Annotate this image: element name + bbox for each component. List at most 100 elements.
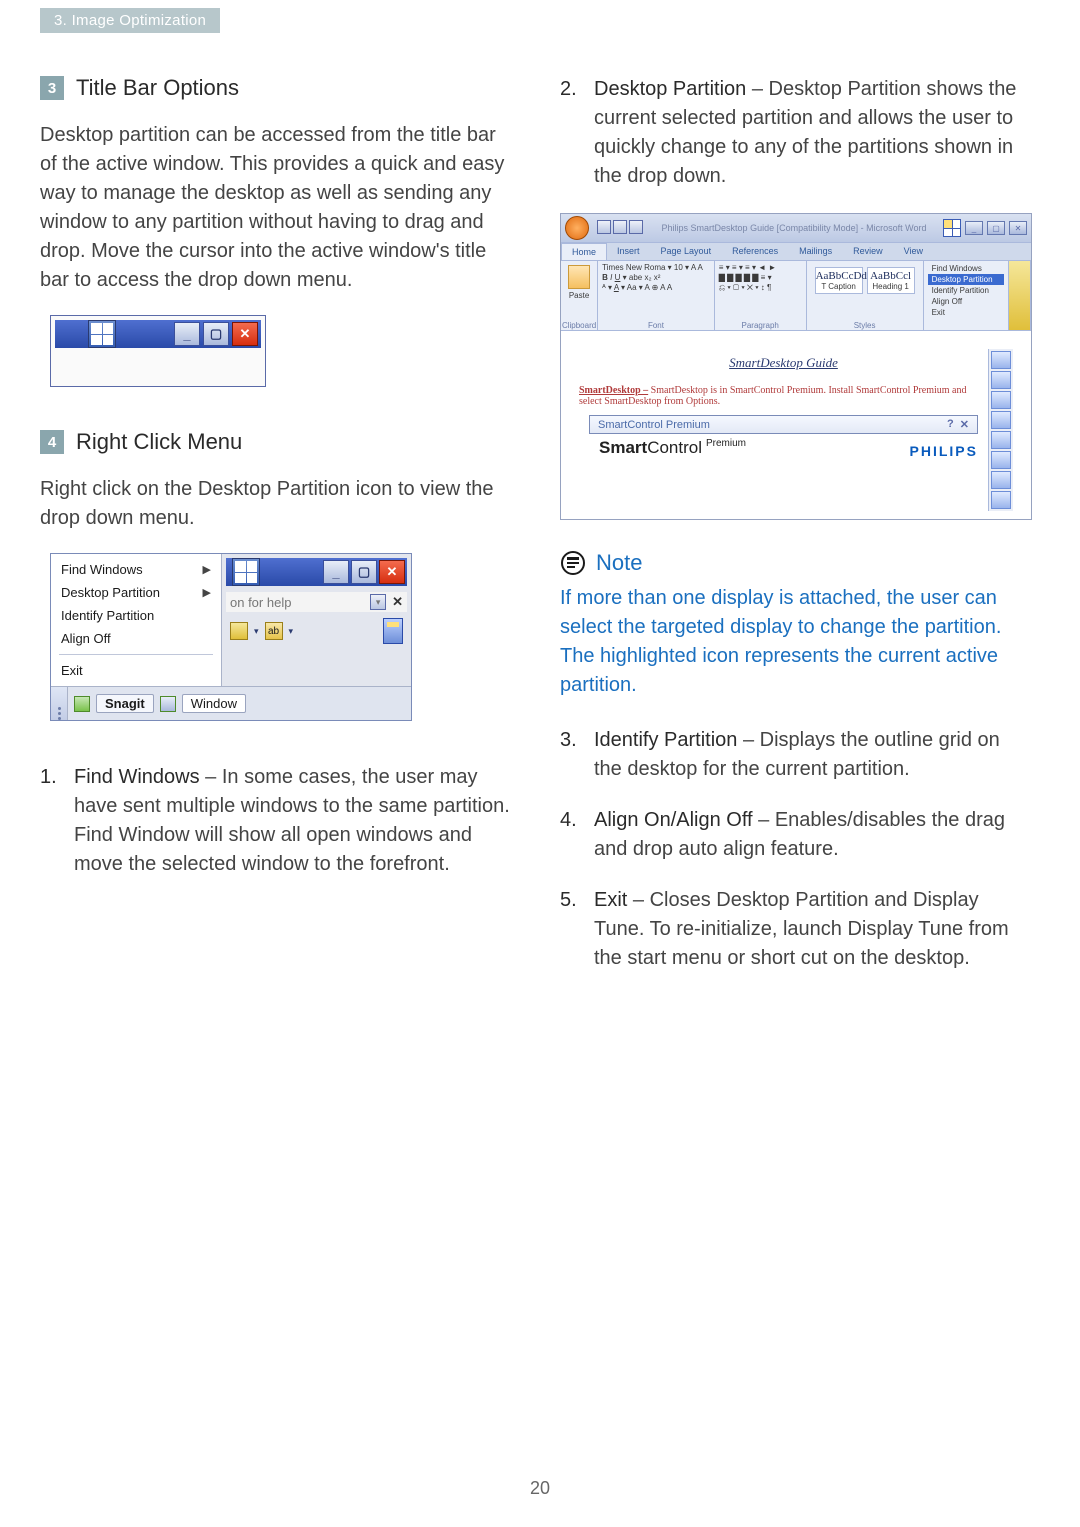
partition-thumb-icon[interactable] (991, 391, 1011, 409)
partition-thumb-icon[interactable] (991, 351, 1011, 369)
close-icon[interactable]: ✕ (232, 322, 258, 346)
brand-logo: PHILIPS (910, 443, 978, 459)
maximize-icon[interactable]: ▢ (351, 560, 377, 584)
partition-thumb-icon[interactable] (991, 431, 1011, 449)
app-icon[interactable] (74, 696, 90, 712)
close-icon[interactable]: ✕ (1009, 221, 1027, 235)
tab-mailings[interactable]: Mailings (789, 243, 843, 260)
menu-item-exit[interactable]: Exit (51, 659, 221, 682)
partition-thumb-icon[interactable] (383, 618, 403, 644)
menu-item-desktop-partition[interactable]: Desktop Partition ▶ (51, 581, 221, 604)
dropdown-icon[interactable]: ▾ (254, 626, 259, 637)
menu-item-desktop-partition[interactable]: Desktop Partition (928, 274, 1004, 285)
group-label: Paragraph (715, 321, 806, 330)
note-title: Note (596, 550, 642, 576)
tab-home[interactable]: Home (561, 243, 607, 260)
taskbar-item-window[interactable]: Window (182, 694, 246, 713)
partition-thumb-icon[interactable] (991, 411, 1011, 429)
note-body: If more than one display is attached, th… (560, 584, 1030, 700)
group-label: Styles (807, 321, 923, 330)
context-menu: Find Windows ▶ Desktop Partition ▶ Ident… (51, 554, 222, 686)
dropdown-icon[interactable]: ▾ (289, 626, 294, 637)
menu-label: Find Windows (61, 562, 143, 577)
desktop-partition-icon[interactable] (943, 219, 961, 237)
section-title: Right Click Menu (76, 429, 242, 455)
paragraph-group: ≡ ▾ ≡ ▾ ≡ ▾ ◄ ► ▇ ▇ ▇ ▇ ▇ ≡ ▾ ⎌ ▾ ▢ ▾ ✕ … (715, 261, 807, 330)
item-number: 5. (560, 886, 580, 973)
app-icon[interactable] (160, 696, 176, 712)
maximize-icon[interactable]: ▢ (203, 322, 229, 346)
taskbar-item-snagit[interactable]: Snagit (96, 694, 154, 713)
partition-side-panel (988, 349, 1013, 511)
section-3-body: Desktop partition can be accessed from t… (40, 121, 510, 295)
dialog-title: SmartControl Premium (598, 419, 710, 431)
list-item: 3. Identify Partition – Displays the out… (560, 726, 1030, 784)
minimize-icon[interactable]: _ (174, 322, 200, 346)
desktop-partition-icon[interactable] (88, 320, 116, 348)
submenu-arrow-icon: ▶ (203, 586, 211, 599)
item-title: Find Windows (74, 766, 200, 788)
tab-view[interactable]: View (894, 243, 934, 260)
menu-item-find-windows[interactable]: Find Windows ▶ (51, 558, 221, 581)
help-icon[interactable]: ? (947, 418, 954, 431)
tab-review[interactable]: Review (843, 243, 894, 260)
page: 3. Image Optimization 3 Title Bar Option… (0, 0, 1080, 1527)
desktop-partition-icon[interactable] (232, 558, 260, 586)
style-box[interactable]: AaBbCcl Heading 1 (867, 267, 915, 294)
note-icon (560, 550, 586, 576)
menu-item-identify-partition[interactable]: Identify Partition (51, 604, 221, 627)
word-ribbon-figure: Philips SmartDesktop Guide [Compatibilit… (560, 213, 1032, 520)
section-tab: 3. Image Optimization (40, 8, 220, 33)
item-number: 2. (560, 75, 580, 191)
window-title: Philips SmartDesktop Guide [Compatibilit… (645, 223, 943, 233)
document-area: SmartDesktop Guide SmartDesktop – SmartD… (561, 331, 1031, 519)
menu-item-align-off[interactable]: Align Off (51, 627, 221, 650)
partition-thumb-icon[interactable] (991, 471, 1011, 489)
minimize-icon[interactable]: _ (965, 221, 983, 235)
item-number: 1. (40, 763, 60, 879)
word-titlebar: Philips SmartDesktop Guide [Compatibilit… (561, 214, 1031, 242)
list-item: 5. Exit – Closes Desktop Partition and D… (560, 886, 1030, 973)
partition-dropdown-menu: Find Windows Desktop Partition Identify … (924, 261, 1009, 330)
titlebar-figure: _ ▢ ✕ (50, 315, 266, 387)
tool-icon[interactable] (230, 622, 248, 640)
partition-thumb-icon[interactable] (1009, 261, 1031, 330)
partition-thumb-icon[interactable] (991, 491, 1011, 509)
close-icon[interactable]: ✕ (392, 594, 403, 610)
font-group: Times New Roma ▾ 10 ▾ A A B I U ▾ abe x₂… (598, 261, 715, 330)
partition-thumb-icon[interactable] (991, 371, 1011, 389)
quick-access-toolbar[interactable] (597, 220, 645, 236)
tab-page-layout[interactable]: Page Layout (651, 243, 723, 260)
clipboard-group: Paste Clipboard (561, 261, 598, 330)
ribbon: Paste Clipboard Times New Roma ▾ 10 ▾ A … (561, 260, 1031, 331)
tab-references[interactable]: References (722, 243, 789, 260)
partition-thumb-icon[interactable] (991, 451, 1011, 469)
menu-item-align-off[interactable]: Align Off (928, 296, 1004, 307)
section-number-badge: 3 (40, 76, 64, 100)
ribbon-tabs: Home Insert Page Layout References Maili… (561, 242, 1031, 260)
tab-insert[interactable]: Insert (607, 243, 651, 260)
menu-item-identify-partition[interactable]: Identify Partition (928, 285, 1004, 296)
close-icon[interactable]: ✕ (960, 418, 969, 431)
menu-item-exit[interactable]: Exit (928, 307, 1004, 318)
highlight-icon[interactable]: ab (265, 622, 283, 640)
office-orb-icon[interactable] (565, 216, 589, 240)
dropdown-icon[interactable]: ▾ (370, 594, 386, 610)
close-icon[interactable]: ✕ (379, 560, 405, 584)
left-column: 3 Title Bar Options Desktop partition ca… (40, 75, 510, 995)
definition-list: 2. Desktop Partition – Desktop Partition… (560, 75, 1030, 191)
maximize-icon[interactable]: ▢ (987, 221, 1005, 235)
style-box[interactable]: AaBbCcDd T Caption (815, 267, 863, 294)
item-title: Align On/Align Off (594, 809, 753, 831)
doc-paragraph: SmartDesktop – SmartDesktop is in SmartC… (579, 385, 988, 407)
section-3-heading: 3 Title Bar Options (40, 75, 510, 101)
paste-icon[interactable] (568, 265, 590, 289)
paste-label: Paste (565, 291, 593, 300)
menu-item-find-windows[interactable]: Find Windows (928, 263, 1004, 274)
section-4-heading: 4 Right Click Menu (40, 429, 510, 455)
section-4-body: Right click on the Desktop Partition ico… (40, 475, 510, 533)
menu-label: Exit (61, 663, 83, 678)
product-name: SmartControlPremium (599, 438, 746, 458)
minimize-icon[interactable]: _ (323, 560, 349, 584)
definition-list: 1. Find Windows – In some cases, the use… (40, 763, 510, 879)
